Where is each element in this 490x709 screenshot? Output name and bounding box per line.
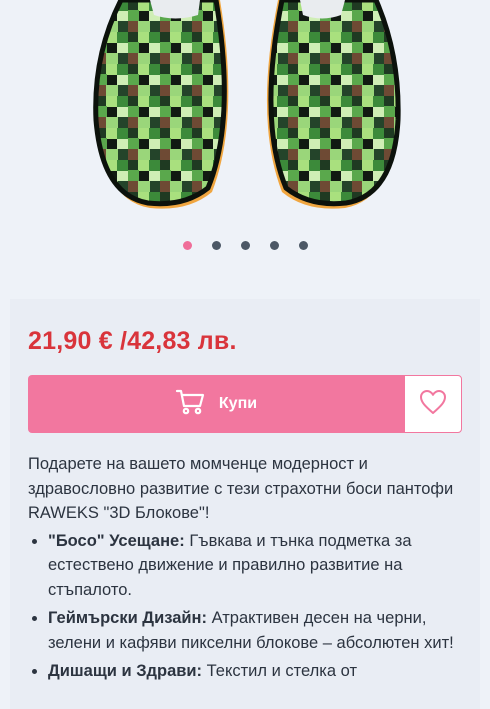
feature-text: Текстил и стелка от [202,662,358,680]
buy-row: Купи [28,375,462,433]
gallery-dot-1[interactable] [182,241,192,250]
wishlist-button[interactable] [404,375,462,433]
gallery-dot-3[interactable] [240,241,250,250]
heart-icon [419,389,447,420]
product-image[interactable] [0,0,490,228]
gallery-dot-2[interactable] [211,241,221,250]
feature-title: Геймърски Дизайн: [48,609,207,627]
buy-button[interactable]: Купи [28,375,404,433]
cart-icon [175,388,207,421]
buy-button-label: Купи [218,395,258,412]
feature-item: Геймърски Дизайн: Атрактивен десен на че… [48,606,468,655]
feature-item: Дишащи и Здрави: Текстил и стелка от [48,659,468,684]
gallery-pagination [0,241,490,250]
feature-list: "Босо" Усещане: Гъвкава и тънка подметка… [28,529,468,684]
product-price: 21,90 € /42,83 лв. [28,327,237,355]
feature-title: "Босо" Усещане: [48,531,185,550]
slipper-illustration [93,0,401,209]
feature-title: Дишащи и Здрави: [48,662,203,680]
gallery-dot-4[interactable] [269,241,279,250]
feature-item: "Босо" Усещане: Гъвкава и тънка подметка… [48,529,468,603]
product-description: Подарете на вашето момченце модерност и … [28,452,468,688]
description-intro: Подарете на вашето момченце модерност и … [28,455,454,522]
gallery-dot-5[interactable] [298,241,308,250]
